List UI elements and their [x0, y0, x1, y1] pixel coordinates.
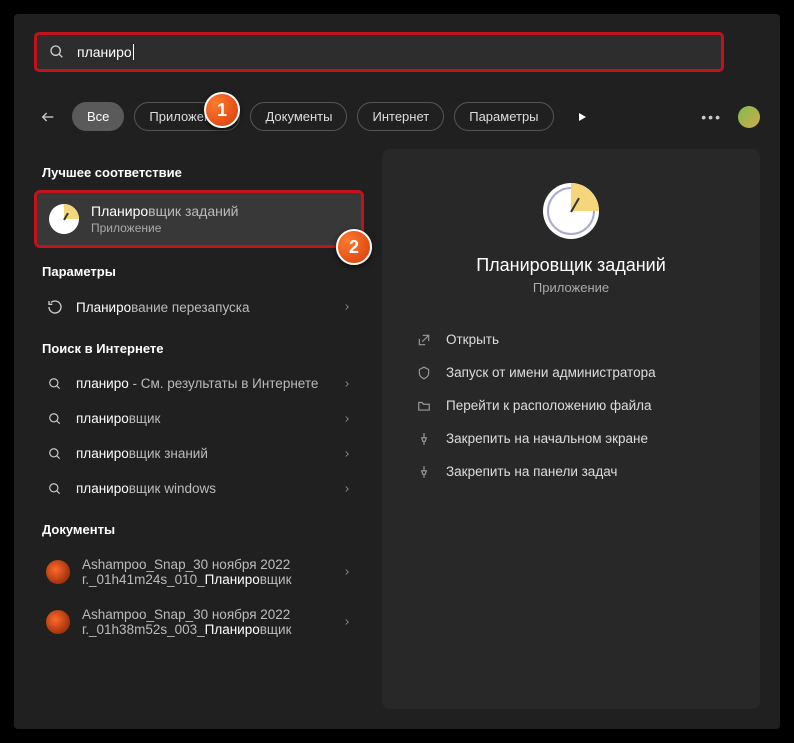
web-result-label: планировщик	[76, 411, 330, 426]
section-web: Поиск в Интернете	[42, 341, 364, 356]
action-label: Открыть	[446, 332, 499, 347]
web-result-label: планиро - См. результаты в Интернете	[76, 376, 330, 391]
open-icon	[416, 333, 432, 347]
chevron-right-icon	[342, 567, 352, 577]
web-result-item[interactable]: планировщик windows	[34, 471, 364, 506]
tab-internet[interactable]: Интернет	[357, 102, 444, 131]
document-icon	[46, 610, 70, 634]
tab-all[interactable]: Все	[72, 102, 124, 131]
user-avatar[interactable]	[738, 106, 760, 128]
task-scheduler-icon	[49, 204, 79, 234]
chevron-right-icon	[342, 449, 352, 459]
best-match-subtitle: Приложение	[91, 221, 238, 235]
action-label: Перейти к расположению файла	[446, 398, 652, 413]
shield-icon	[416, 366, 432, 380]
more-tabs-button[interactable]	[568, 103, 596, 131]
search-icon	[46, 447, 64, 461]
callout-1: 1	[204, 92, 240, 128]
search-icon	[46, 412, 64, 426]
action-open[interactable]: Открыть	[412, 323, 730, 356]
search-icon	[49, 44, 65, 60]
document-result-item[interactable]: Ashampoo_Snap_30 ноября 2022 г._01h38m52…	[34, 597, 364, 647]
preview-app-icon	[543, 183, 599, 239]
web-result-item[interactable]: планировщик знаний	[34, 436, 364, 471]
section-settings: Параметры	[42, 264, 364, 279]
tab-documents[interactable]: Документы	[250, 102, 347, 131]
settings-result-item[interactable]: Планирование перезапуска	[34, 289, 364, 325]
action-run-admin[interactable]: Запуск от имени администратора	[412, 356, 730, 389]
preview-title: Планировщик заданий	[412, 255, 730, 276]
best-match-title: Планировщик заданий	[91, 203, 238, 219]
document-result-item[interactable]: Ashampoo_Snap_30 ноября 2022 г._01h41m24…	[34, 547, 364, 597]
chevron-right-icon	[342, 484, 352, 494]
search-box[interactable]: планиро	[34, 32, 724, 72]
tab-settings[interactable]: Параметры	[454, 102, 553, 131]
preview-subtitle: Приложение	[412, 280, 730, 295]
preview-panel: Планировщик заданий Приложение Открыть З…	[382, 149, 760, 709]
section-documents: Документы	[42, 522, 364, 537]
web-result-item[interactable]: планировщик	[34, 401, 364, 436]
restart-icon	[46, 299, 64, 315]
document-icon	[46, 560, 70, 584]
callout-2: 2	[336, 229, 372, 265]
section-best-match: Лучшее соответствие	[42, 165, 364, 180]
action-pin-start[interactable]: Закрепить на начальном экране	[412, 422, 730, 455]
best-match-item[interactable]: Планировщик заданий Приложение	[34, 190, 364, 248]
pin-icon	[416, 465, 432, 479]
web-result-label: планировщик windows	[76, 481, 330, 496]
chevron-right-icon	[342, 414, 352, 424]
chevron-right-icon	[342, 302, 352, 312]
search-query: планиро	[77, 44, 132, 60]
more-options-button[interactable]: •••	[701, 109, 722, 125]
results-panel: Лучшее соответствие Планировщик заданий …	[34, 149, 364, 709]
filter-tabs: Все Приложения Документы Интернет Параме…	[34, 102, 760, 131]
action-label: Закрепить на панели задач	[446, 464, 617, 479]
action-label: Запуск от имени администратора	[446, 365, 656, 380]
search-icon	[46, 377, 64, 391]
chevron-right-icon	[342, 617, 352, 627]
document-result-label: Ashampoo_Snap_30 ноября 2022 г._01h41m24…	[82, 557, 330, 587]
search-icon	[46, 482, 64, 496]
action-pin-taskbar[interactable]: Закрепить на панели задач	[412, 455, 730, 488]
action-label: Закрепить на начальном экране	[446, 431, 648, 446]
web-result-label: планировщик знаний	[76, 446, 330, 461]
back-button[interactable]	[34, 103, 62, 131]
settings-result-label: Планирование перезапуска	[76, 300, 330, 315]
web-result-item[interactable]: планиро - См. результаты в Интернете	[34, 366, 364, 401]
pin-icon	[416, 432, 432, 446]
chevron-right-icon	[342, 379, 352, 389]
folder-icon	[416, 399, 432, 413]
document-result-label: Ashampoo_Snap_30 ноября 2022 г._01h38m52…	[82, 607, 330, 637]
action-open-location[interactable]: Перейти к расположению файла	[412, 389, 730, 422]
